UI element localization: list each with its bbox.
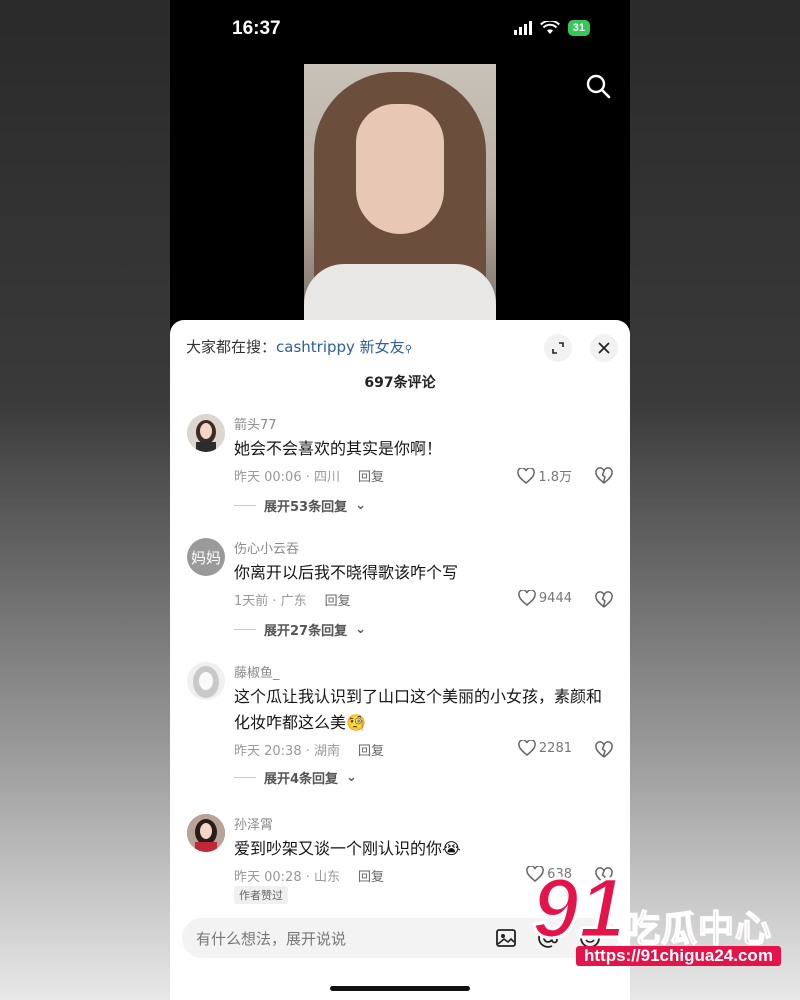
heart-icon xyxy=(517,467,536,484)
comment-text: 这个瓜让我认识到了山口这个美丽的小女孩，素颜和化妆咋都这么美🧐 xyxy=(234,687,603,732)
status-icons: 31 xyxy=(513,20,590,36)
avatar-image xyxy=(187,814,225,852)
video-face xyxy=(356,104,444,234)
expand-replies-label: 展开53条回复 xyxy=(264,500,348,515)
watermark-url: https://91chigua24.com xyxy=(576,946,781,966)
avatar[interactable]: 妈妈 xyxy=(187,538,225,576)
chevron-down-icon: ⌄ xyxy=(346,770,357,785)
reply-button[interactable]: 回复 xyxy=(358,466,384,485)
comment-username[interactable]: 藤椒鱼_ xyxy=(234,662,280,681)
comment-username[interactable]: 伤心小云吞 xyxy=(234,538,299,557)
comment-time-location: 1天前 · 广东 xyxy=(234,594,307,609)
comment-meta: 昨天 00:28 · 山东 回复 xyxy=(234,866,384,885)
comment-text: 你离开以后我不晓得歌该咋个写 xyxy=(234,563,459,582)
comment-item: 藤椒鱼_ 这个瓜让我认识到了山口这个美丽的小女孩，素颜和化妆咋都这么美🧐 昨天 … xyxy=(170,662,630,796)
reply-button[interactable]: 回复 xyxy=(358,740,384,759)
comment-count: 697条评论 xyxy=(364,375,436,391)
comment-item: 妈妈 伤心小云吞 你离开以后我不晓得歌该咋个写 1天前 · 广东 回复 9444… xyxy=(170,538,630,648)
comment-text: 爱到吵架又谈一个刚认识的你😭 xyxy=(234,839,461,858)
hot-search[interactable]: 大家都在搜：cashtrippy 新女友⚲ xyxy=(186,336,412,357)
chevron-down-icon: ⌄ xyxy=(355,498,366,513)
reply-button[interactable]: 回复 xyxy=(358,866,384,885)
comment-meta: 昨天 00:06 · 四川 回复 xyxy=(234,466,384,485)
watermark-number: 91 xyxy=(530,861,626,955)
like-button[interactable]: 1.8万 xyxy=(517,466,572,485)
video-frame[interactable] xyxy=(304,64,496,322)
small-search-icon: ⚲ xyxy=(404,344,413,355)
heart-icon xyxy=(518,740,536,756)
expand-replies-label: 展开4条回复 xyxy=(264,772,339,787)
status-bar: 16:37 31 xyxy=(170,0,630,60)
watermark-name: 吃瓜中心 xyxy=(623,908,773,951)
comment-time-location: 昨天 00:06 · 四川 xyxy=(234,470,340,485)
broken-heart-icon[interactable] xyxy=(594,466,614,486)
avatar[interactable] xyxy=(187,662,225,700)
comment-username[interactable]: 箭头77 xyxy=(234,414,277,433)
comment-time-location: 昨天 20:38 · 湖南 xyxy=(234,744,340,759)
expand-replies-label: 展开27条回复 xyxy=(264,624,348,639)
expand-button[interactable] xyxy=(544,334,572,362)
battery-indicator: 31 xyxy=(567,20,590,36)
search-icon[interactable] xyxy=(584,72,614,102)
like-count: 9444 xyxy=(538,590,572,606)
watermark-logo: 91 吃瓜中心 https://91chigua24.com xyxy=(520,865,790,972)
author-liked-badge: 作者赞过 xyxy=(234,886,288,904)
comment-meta: 昨天 20:38 · 湖南 回复 xyxy=(234,740,384,759)
avatar-text: 妈妈 xyxy=(190,548,221,567)
avatar[interactable] xyxy=(187,814,225,852)
image-icon[interactable] xyxy=(494,926,518,950)
avatar-image xyxy=(187,662,225,700)
comment-username[interactable]: 孙泽霄 xyxy=(234,814,273,833)
comment-text: 她会不会喜欢的其实是你啊！ xyxy=(234,439,443,458)
broken-heart-icon[interactable] xyxy=(594,740,614,760)
comment-meta: 1天前 · 广东 回复 xyxy=(234,590,351,609)
comment-time-location: 昨天 00:28 · 山东 xyxy=(234,870,340,885)
signal-icon xyxy=(513,21,532,35)
like-count: 2281 xyxy=(538,740,572,756)
status-time: 16:37 xyxy=(232,18,281,39)
avatar-image xyxy=(187,414,225,452)
expand-replies-button[interactable]: 展开4条回复 ⌄ xyxy=(234,768,357,787)
home-indicator xyxy=(330,986,470,991)
chevron-down-icon: ⌄ xyxy=(355,622,366,637)
expand-replies-button[interactable]: 展开53条回复 ⌄ xyxy=(234,496,366,515)
broken-heart-icon[interactable] xyxy=(594,590,614,610)
heart-icon xyxy=(518,590,536,606)
expand-icon xyxy=(552,342,564,354)
reply-button[interactable]: 回复 xyxy=(325,590,351,609)
close-icon xyxy=(598,342,610,354)
expand-replies-button[interactable]: 展开27条回复 ⌄ xyxy=(234,620,366,639)
hot-search-link[interactable]: cashtrippy 新女友 xyxy=(276,338,405,356)
like-button[interactable]: 9444 xyxy=(518,590,572,606)
wifi-icon xyxy=(539,21,560,34)
close-button[interactable] xyxy=(590,334,618,362)
comment-item: 箭头77 她会不会喜欢的其实是你啊！ 昨天 00:06 · 四川 回复 1.8万… xyxy=(170,414,630,524)
like-count: 1.8万 xyxy=(538,470,572,485)
like-button[interactable]: 2281 xyxy=(518,740,572,756)
phone-screen: 16:37 31 大家都在搜：cashtrippy 新女友⚲ 697条评论 箭头… xyxy=(170,0,630,1000)
avatar[interactable] xyxy=(187,414,225,452)
video-shirt xyxy=(304,264,496,322)
comment-input-placeholder: 有什么想法，展开说说 xyxy=(196,930,347,948)
hot-search-prefix: 大家都在搜： xyxy=(186,338,277,356)
